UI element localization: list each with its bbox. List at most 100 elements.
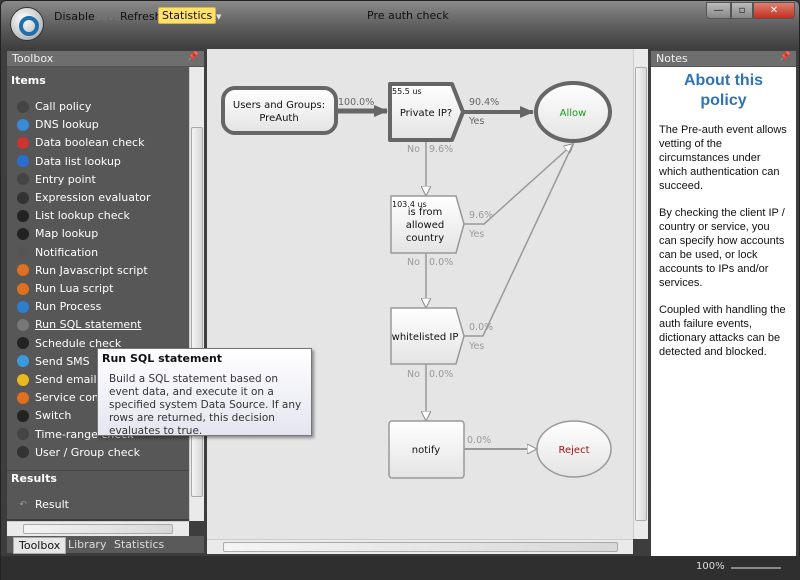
item-label: Data boolean check [35,136,145,150]
undo-icon: ↶ [19,499,27,510]
scroll-thumb[interactable] [23,524,173,534]
item-label: Run Lua script [35,282,114,295]
node-start-label: Users and Groups: [233,100,325,111]
toolbox-item[interactable]: Run Process [17,300,101,313]
window-icon [17,300,29,313]
toolbox-item[interactable]: DNS lookup [17,118,99,131]
item-label: Switch [35,409,72,423]
switch-icon [17,409,29,422]
node-reject-label: Reject [558,445,589,456]
item-label: Result [35,498,69,511]
scroll-thumb[interactable] [191,127,203,497]
edge-label: Yes [468,229,484,240]
private-ip-timing: 55.5 us [392,87,422,96]
node-notify-label: notify [412,445,441,456]
item-label: User / Group check [35,445,140,459]
edge-label: 90.4% [469,97,499,108]
toolbox-item[interactable]: Data list lookup [17,155,121,168]
canvas-horizontal-scrollbar[interactable] [207,539,633,554]
canvas-vertical-scrollbar[interactable] [633,49,648,539]
notes-heading: About this policy [683,72,764,109]
edge-label: 9.6% [469,210,493,221]
yes-no-icon [17,136,29,149]
edge-whitelisted-yes [464,143,574,337]
toolbox-panel: Items Call policy DNS lookup Data boolean … [7,67,189,519]
toolbox-item[interactable]: Map lookup [17,227,98,240]
item-label: List lookup check [35,209,130,223]
tooltip-title: Run SQL statement [102,352,223,365]
item-label: Entry point [35,172,96,186]
toolbox-item[interactable]: List lookup check [17,209,130,222]
calendar-icon [17,337,29,350]
toolbox-item[interactable]: Switch [17,409,71,422]
toolbox-item[interactable]: Run Lua script [17,282,113,295]
toolbox-item[interactable]: User / Group check [17,446,140,459]
item-label: Map lookup [35,227,99,241]
notes-paragraph: The Pre-auth event allows vetting of the… [659,124,787,192]
results-header: Results [11,472,57,485]
toolbox-item[interactable]: Send SMS [17,355,90,368]
node-country-label: country [406,233,444,244]
item-label: Run Process [35,300,102,314]
toolbox-item[interactable]: Run Javascript script [17,264,148,277]
pin-icon[interactable]: 📌 [780,52,791,62]
edge-label: Yes [468,341,484,352]
pin-icon[interactable]: 📌 [188,52,199,62]
node-whitelisted-label: whitelisted IP [392,332,459,343]
status-bar: 100% [1,556,800,580]
notes-title: Notes [656,52,688,65]
minimize-button[interactable]: — [706,2,731,19]
notes-header: Notes 📌 [651,51,796,67]
node-country-label: allowed [406,220,444,231]
item-label: Notification [35,245,99,259]
notes-panel[interactable]: About this policy The Pre-auth event all… [651,67,796,556]
edge-label: No [407,144,420,155]
close-button[interactable]: ✕ [753,2,795,19]
statistics-button[interactable]: Statistics [158,7,217,24]
tooltip: Run SQL statement Build a SQL statement … [97,348,312,437]
items-header: Items [11,74,46,87]
toolbox-item[interactable]: Call policy [17,100,91,113]
zoom-slider[interactable] [731,567,781,569]
circle-icon [17,173,29,186]
tooltip-body: Build a SQL statement based on event dat… [109,373,302,437]
toolbox-item[interactable]: Run SQL statement [17,318,142,331]
toolbox-horizontal-scrollbar[interactable] [7,521,189,536]
edge-label: 0.0% [467,435,491,446]
policy-diagram-canvas[interactable]: Users and Groups: PreAuth Private IP? Al… [207,49,633,539]
database-icon [17,318,29,331]
tab-toolbox[interactable]: Toolbox [13,537,67,554]
item-label: DNS lookup [35,118,99,132]
toolbox-vertical-scrollbar[interactable] [189,67,204,521]
user-icon [17,446,29,459]
toolbox-item[interactable]: Expression evaluator [17,191,151,204]
toolbox-item[interactable]: Data boolean check [17,136,144,149]
maximize-button[interactable]: ▫ [731,2,753,19]
scroll-thumb[interactable] [635,67,647,521]
toolbox-item[interactable]: Send email [17,373,97,386]
customize-toolbar-icon[interactable]: ▾ [213,9,225,24]
country-timing: 103.4 us [392,200,427,209]
scroll-thumb[interactable] [223,542,618,552]
toolbox-item[interactable]: Entry point [17,173,96,186]
edge-label: 0.0% [429,257,453,268]
edge-label: 0.0% [429,369,453,380]
clock-icon [17,428,29,441]
item-label: Send SMS [35,354,90,368]
edge-label: 0.0% [469,322,493,333]
notes-paragraph: Coupled with handling the auth failure e… [659,304,786,358]
list-icon [17,209,29,222]
toolbox-item[interactable]: Notification [17,246,98,259]
node-allow-label: Allow [560,108,587,119]
app-logo[interactable] [10,7,44,41]
item-label: Run SQL statement [35,318,142,332]
policy-flow-diagram: Users and Groups: PreAuth Private IP? Al… [221,81,612,479]
pencil-icon [17,191,29,204]
globe-search-icon [17,118,29,131]
edge-label: No [407,257,420,268]
tab-statistics[interactable]: Statistics [109,537,169,552]
tab-library[interactable]: Library [63,537,111,552]
item-label: Call policy [35,100,92,113]
toolbox-item-result[interactable]: ↶ Result [17,498,69,511]
envelope-icon [17,373,29,386]
